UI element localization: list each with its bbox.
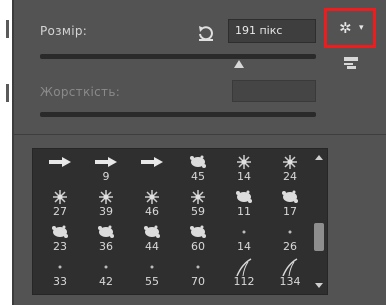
brush-size-label: 44: [145, 240, 159, 253]
brush-arrow-icon: [129, 153, 175, 171]
brush-dot-icon: [37, 258, 83, 276]
gear-icon: ✲: [339, 19, 352, 37]
divider: [14, 134, 386, 135]
brush-size-label: 39: [99, 205, 113, 218]
brush-preset-panel: Розмір: 191 пікс ✲ ▾ Жорсткість: 9 45 14 24…: [0, 0, 386, 305]
brush-grid: 9 45 14 24 27 39 46 59 11 17 23 36 44 60 14 26 33 42 55 70 1…: [33, 149, 313, 294]
brush-size-label: 42: [99, 275, 113, 288]
brush-burst-icon: [129, 188, 175, 206]
brush-splat-icon: [267, 188, 313, 206]
brush-size-label: 14: [237, 240, 251, 253]
brush-grass-icon: [267, 258, 313, 276]
brush-size-label: 9: [102, 170, 110, 183]
reset-icon[interactable]: [196, 23, 216, 43]
size-label: Розмір:: [40, 24, 88, 38]
brush-tip-item[interactable]: 14: [221, 221, 267, 257]
brush-tip-item[interactable]: 46: [129, 186, 175, 222]
brush-tip-item[interactable]: 36: [83, 221, 129, 257]
brush-arrow-icon: [37, 153, 83, 171]
brush-size-label: 55: [145, 275, 159, 288]
brush-tip-item[interactable]: 24: [267, 151, 313, 187]
brush-size-label: 45: [191, 170, 205, 183]
brush-size-label: 36: [99, 240, 113, 253]
brush-splat-icon: [83, 223, 129, 241]
brush-splat-icon: [129, 223, 175, 241]
brush-arrow-icon: [83, 153, 129, 171]
scroll-thumb[interactable]: [314, 223, 324, 251]
brush-tip-item[interactable]: 11: [221, 186, 267, 222]
brush-size-label: 46: [145, 205, 159, 218]
brush-burst-icon: [83, 188, 129, 206]
brush-size-label: 70: [191, 275, 205, 288]
edge-nub: [6, 20, 9, 38]
brush-size-label: 26: [283, 240, 297, 253]
brush-tip-item[interactable]: 17: [267, 186, 313, 222]
size-input[interactable]: 191 пікс: [228, 19, 316, 43]
brush-tip-item[interactable]: 42: [83, 256, 129, 292]
brush-tip-item[interactable]: 134: [267, 256, 313, 292]
brush-size-label: 23: [53, 240, 67, 253]
brush-dot-icon: [129, 258, 175, 276]
brush-dot-icon: [267, 223, 313, 241]
brush-size-label: 27: [53, 205, 67, 218]
brush-size-label: 11: [237, 205, 251, 218]
brush-size-label: 14: [237, 170, 251, 183]
brush-size-label: 33: [53, 275, 67, 288]
brush-splat-icon: [37, 223, 83, 241]
chevron-down-icon: ▾: [359, 23, 364, 33]
brush-tip-item[interactable]: 33: [37, 256, 83, 292]
brush-tip-item[interactable]: 59: [175, 186, 221, 222]
brush-tip-item[interactable]: 23: [37, 221, 83, 257]
brush-tip-item[interactable]: 9: [83, 151, 129, 187]
brush-size-label: 60: [191, 240, 205, 253]
size-slider-thumb[interactable]: [233, 60, 244, 68]
brush-tip-list: 9 45 14 24 27 39 46 59 11 17 23 36 44 60 14 26 33 42 55 70 1…: [32, 148, 328, 295]
brush-settings-button[interactable]: ✲ ▾: [324, 8, 376, 48]
panel-edge: [0, 0, 12, 305]
brush-size-label: 59: [191, 205, 205, 218]
brush-tip-item[interactable]: 39: [83, 186, 129, 222]
brush-tip-item[interactable]: [37, 151, 83, 187]
brush-burst-icon: [267, 153, 313, 171]
brush-size-label: 17: [283, 205, 297, 218]
brush-size-label: 24: [283, 170, 297, 183]
brush-tip-item[interactable]: 112: [221, 256, 267, 292]
brush-tip-item[interactable]: 55: [129, 256, 175, 292]
brush-splat-icon: [221, 188, 267, 206]
hardness-slider-track[interactable]: [40, 112, 316, 117]
scroll-down-arrow-icon[interactable]: [315, 283, 323, 288]
brush-splat-icon: [175, 223, 221, 241]
brush-tip-item[interactable]: 26: [267, 221, 313, 257]
brush-size-label: 134: [279, 275, 301, 288]
brush-dot-icon: [83, 258, 129, 276]
brush-tip-item[interactable]: 27: [37, 186, 83, 222]
brush-dot-icon: [175, 258, 221, 276]
brush-size-label: 112: [233, 275, 255, 288]
brush-grass-icon: [221, 258, 267, 276]
edge-nub: [6, 84, 9, 102]
brush-burst-icon: [175, 188, 221, 206]
brush-burst-icon: [37, 188, 83, 206]
scroll-up-arrow-icon[interactable]: [315, 155, 323, 160]
size-slider-track[interactable]: [40, 54, 316, 59]
brush-tip-item[interactable]: 14: [221, 151, 267, 187]
hardness-input[interactable]: [232, 80, 316, 102]
brush-tip-item[interactable]: [129, 151, 175, 187]
new-preset-icon[interactable]: [343, 56, 359, 70]
brush-splat-icon: [175, 153, 221, 171]
brush-tip-item[interactable]: 70: [175, 256, 221, 292]
brush-tip-item[interactable]: 44: [129, 221, 175, 257]
brush-tip-item[interactable]: 45: [175, 151, 221, 187]
brush-tip-item[interactable]: 60: [175, 221, 221, 257]
hardness-label: Жорсткість:: [40, 85, 121, 99]
brush-dot-icon: [221, 223, 267, 241]
brush-burst-icon: [221, 153, 267, 171]
brush-list-scrollbar[interactable]: [311, 149, 327, 294]
